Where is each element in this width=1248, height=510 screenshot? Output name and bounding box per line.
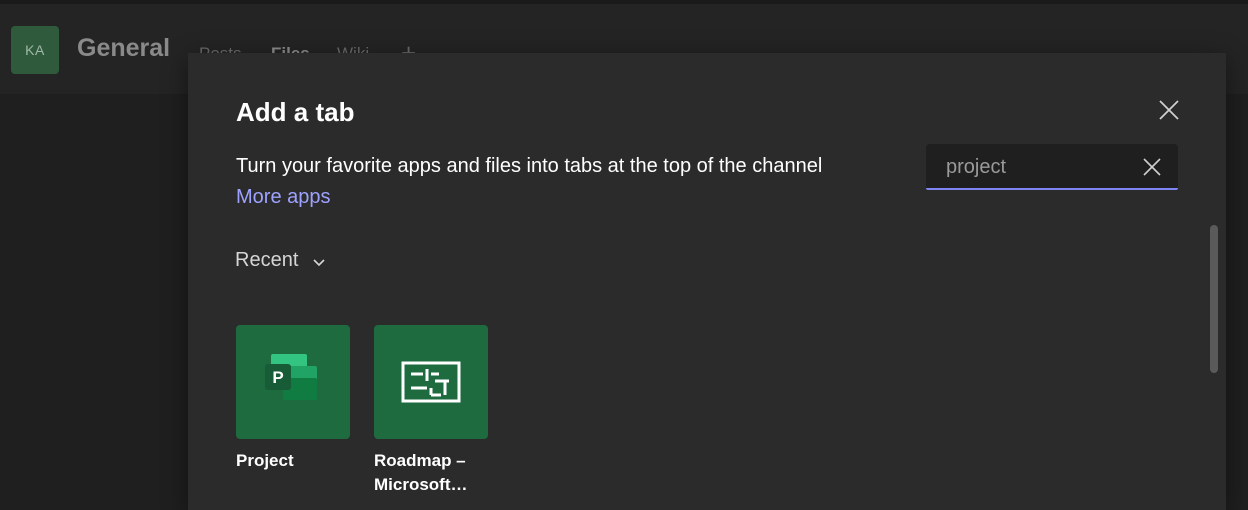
app-tile-icon: P xyxy=(236,325,350,439)
chevron-down-icon xyxy=(313,258,325,266)
app-tile-roadmap[interactable]: Roadmap – Microsoft… xyxy=(374,325,488,497)
dialog-description: Turn your favorite apps and files into t… xyxy=(236,155,823,177)
recent-dropdown[interactable]: Recent xyxy=(235,249,326,272)
close-icon xyxy=(1143,158,1161,176)
more-apps-link[interactable]: More apps xyxy=(236,186,331,209)
recent-label: Recent xyxy=(235,249,299,271)
close-icon xyxy=(1159,100,1179,120)
microsoft-project-icon: P xyxy=(265,354,317,400)
roadmap-icon xyxy=(401,361,461,403)
app-tile-project[interactable]: P Project xyxy=(236,325,350,473)
channel-title: General xyxy=(77,34,171,62)
app-tile-icon xyxy=(374,325,488,439)
dialog-title: Add a tab xyxy=(236,97,355,127)
scrollbar[interactable] xyxy=(1210,225,1218,373)
app-name: Project xyxy=(236,451,294,470)
clear-search-button[interactable] xyxy=(1142,157,1162,177)
close-button[interactable] xyxy=(1156,97,1182,123)
search-box xyxy=(926,144,1178,190)
svg-text:P: P xyxy=(272,368,283,387)
add-tab-dialog: Add a tab Turn your favorite apps and fi… xyxy=(188,53,1226,510)
team-avatar[interactable]: KA xyxy=(11,26,59,74)
app-name: Roadmap – Microsoft… xyxy=(374,451,468,494)
search-input[interactable] xyxy=(944,144,1138,190)
